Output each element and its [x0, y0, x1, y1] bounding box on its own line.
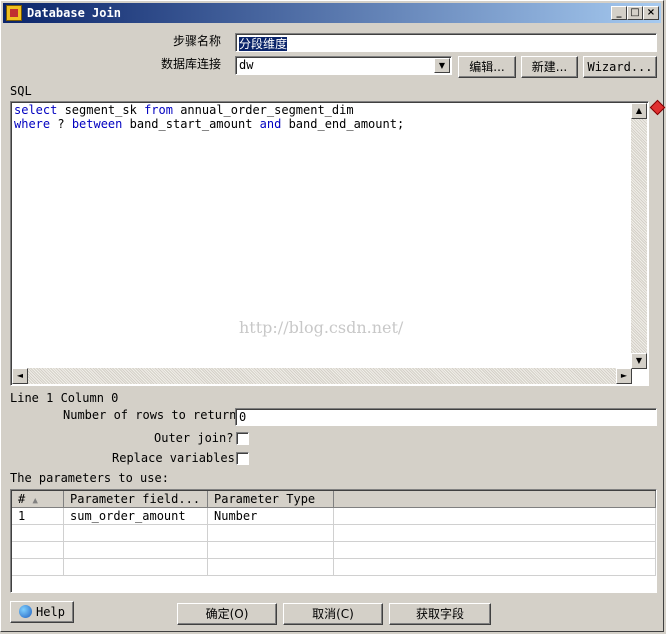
table-cell-empty: [334, 559, 656, 576]
step-name-label: 步骤名称: [173, 34, 222, 48]
table-cell-empty: [64, 542, 208, 559]
column-header-filler: [334, 491, 656, 508]
table-cell-empty: [208, 559, 334, 576]
replace-variables-label: Replace variables: [112, 451, 235, 465]
scroll-down-icon[interactable]: ▼: [631, 353, 647, 369]
sql-horizontal-scrollbar[interactable]: ◄ ►: [12, 368, 632, 384]
maximize-button[interactable]: □: [627, 6, 643, 20]
close-button[interactable]: ×: [643, 6, 659, 20]
sql-token: band_end_amount;: [281, 117, 405, 131]
sql-token: ?: [50, 117, 72, 131]
cancel-button[interactable]: 取消(C): [283, 603, 383, 625]
help-button[interactable]: Help: [10, 601, 74, 623]
db-connection-select[interactable]: dw ▼: [235, 56, 452, 75]
help-label: Help: [36, 605, 65, 619]
outer-join-label: Outer join?: [154, 431, 234, 445]
wizard-button[interactable]: Wizard...: [583, 56, 657, 78]
sql-token: band_start_amount: [122, 117, 260, 131]
sql-keyword: and: [259, 117, 282, 131]
table-cell-empty: [64, 525, 208, 542]
window-title: Database Join: [27, 6, 121, 20]
cursor-position-status: Line 1 Column 0: [10, 391, 119, 405]
sql-token: annual_order_segment_dim: [172, 103, 354, 117]
rows-to-return-input[interactable]: 0: [235, 408, 657, 426]
table-cell-empty: [334, 542, 656, 559]
table-cell-empty: [12, 559, 64, 576]
sql-text[interactable]: select segment_sk from annual_order_segm…: [14, 103, 404, 131]
table-cell-empty: [334, 525, 656, 542]
scroll-left-icon[interactable]: ◄: [12, 368, 28, 384]
database-join-dialog: Database Join _ □ × 步骤名称 分段维度 数据库连接 dw ▼…: [0, 0, 666, 632]
sql-label: SQL: [10, 84, 32, 98]
sort-ascending-icon: ▲: [32, 496, 38, 506]
help-icon: [19, 605, 33, 618]
edit-connection-button[interactable]: 编辑...: [458, 56, 516, 78]
sql-token: segment_sk: [57, 103, 145, 117]
step-name-value: 分段维度: [239, 37, 288, 51]
new-connection-button[interactable]: 新建...: [521, 56, 578, 78]
replace-variables-checkbox[interactable]: [236, 452, 249, 465]
outer-join-checkbox[interactable]: [236, 432, 249, 445]
db-connection-label: 数据库连接: [161, 57, 222, 71]
minimize-button[interactable]: _: [611, 6, 627, 20]
table-cell-field[interactable]: sum_order_amount: [64, 508, 208, 525]
scroll-right-icon[interactable]: ►: [616, 368, 632, 384]
ok-button[interactable]: 确定(O): [177, 603, 277, 625]
sql-keyword: between: [71, 117, 123, 131]
sql-editor[interactable]: select segment_sk from annual_order_segm…: [10, 101, 649, 386]
app-icon: [6, 5, 22, 21]
scroll-up-icon[interactable]: ▲: [631, 103, 647, 119]
get-fields-button[interactable]: 获取字段: [389, 603, 491, 625]
table-cell-type[interactable]: Number: [208, 508, 334, 525]
table-cell-empty: [208, 525, 334, 542]
table-cell-empty: [64, 559, 208, 576]
column-header-label: #: [18, 492, 26, 506]
sql-keyword: select: [14, 103, 58, 117]
column-header-parameter-type[interactable]: Parameter Type: [208, 491, 334, 508]
sql-keyword: from: [144, 103, 173, 117]
table-cell-num[interactable]: 1: [12, 508, 64, 525]
column-header-parameter-field[interactable]: Parameter field...: [64, 491, 208, 508]
variable-indicator-icon: [649, 99, 666, 116]
dropdown-arrow-icon[interactable]: ▼: [434, 58, 450, 73]
rows-to-return-label: Number of rows to return: [63, 408, 237, 422]
step-name-input[interactable]: 分段维度: [235, 33, 657, 52]
table-cell-empty: [334, 508, 656, 525]
parameters-label: The parameters to use:: [10, 471, 169, 485]
title-bar[interactable]: Database Join _ □ ×: [3, 3, 661, 23]
sql-keyword: where: [14, 117, 51, 131]
parameters-table: # ▲ Parameter field... Parameter Type 1 …: [10, 489, 657, 593]
table-cell-empty: [12, 542, 64, 559]
table-cell-empty: [208, 542, 334, 559]
column-header-num[interactable]: # ▲: [12, 491, 64, 508]
sql-vertical-scrollbar[interactable]: ▲ ▼: [631, 103, 647, 369]
watermark-text: http://blog.csdn.net/: [239, 318, 404, 337]
db-connection-value: dw: [239, 58, 254, 72]
table-cell-empty: [12, 525, 64, 542]
